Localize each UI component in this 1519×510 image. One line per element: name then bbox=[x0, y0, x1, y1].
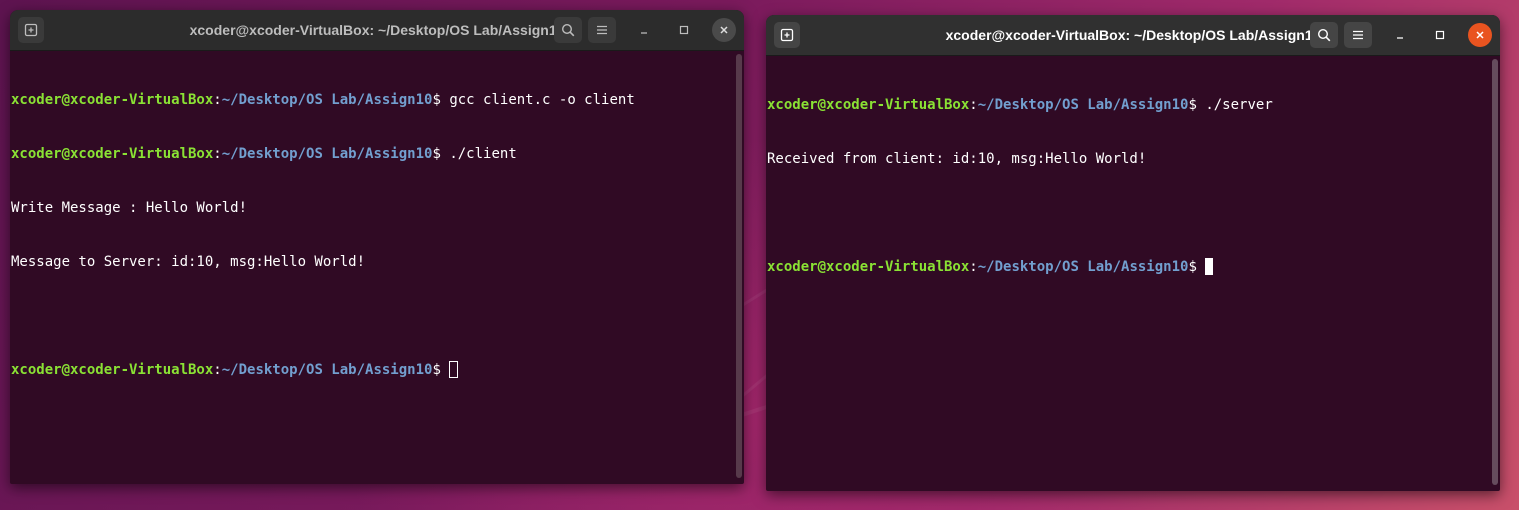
window-title: xcoder@xcoder-VirtualBox: ~/Desktop/OS L… bbox=[189, 22, 565, 38]
prompt-path: ~/Desktop/OS Lab/Assign10 bbox=[977, 259, 1189, 275]
terminal-output[interactable]: xcoder@xcoder-VirtualBox:~/Desktop/OS La… bbox=[10, 51, 744, 415]
output-text: Message to Server: id:10, msg:Hello Worl… bbox=[11, 254, 366, 270]
prompt-user: xcoder@xcoder-VirtualBox bbox=[767, 259, 970, 275]
terminal-window-client[interactable]: xcoder@xcoder-VirtualBox: ~/Desktop/OS L… bbox=[10, 10, 744, 484]
command-text: ./server bbox=[1205, 97, 1273, 113]
text-cursor bbox=[449, 361, 459, 378]
terminal-window-server[interactable]: xcoder@xcoder-VirtualBox: ~/Desktop/OS L… bbox=[766, 15, 1500, 491]
command-text: ./client bbox=[449, 146, 517, 162]
search-icon bbox=[561, 23, 575, 37]
new-tab-button[interactable] bbox=[774, 22, 800, 48]
prompt-symbol: $ bbox=[1188, 259, 1206, 275]
terminal-line: xcoder@xcoder-VirtualBox:~/Desktop/OS La… bbox=[11, 361, 744, 379]
command-text: gcc client.c -o client bbox=[449, 92, 635, 108]
new-tab-icon bbox=[780, 28, 794, 42]
maximize-icon bbox=[679, 25, 689, 35]
menu-button[interactable] bbox=[588, 17, 616, 43]
titlebar[interactable]: xcoder@xcoder-VirtualBox: ~/Desktop/OS L… bbox=[10, 10, 744, 51]
scrollbar[interactable] bbox=[1492, 59, 1498, 485]
prompt-path: ~/Desktop/OS Lab/Assign10 bbox=[221, 92, 433, 108]
terminal-line: Write Message : Hello World! bbox=[11, 199, 744, 217]
terminal-output[interactable]: xcoder@xcoder-VirtualBox:~/Desktop/OS La… bbox=[766, 56, 1500, 312]
prompt-symbol: $ bbox=[1188, 97, 1206, 113]
prompt-path: ~/Desktop/OS Lab/Assign10 bbox=[977, 97, 1189, 113]
terminal-line: xcoder@xcoder-VirtualBox:~/Desktop/OS La… bbox=[767, 97, 1273, 113]
hamburger-menu-icon bbox=[1353, 30, 1363, 40]
maximize-button[interactable] bbox=[1428, 23, 1452, 47]
hamburger-menu-icon bbox=[597, 25, 607, 35]
terminal-line: xcoder@xcoder-VirtualBox:~/Desktop/OS La… bbox=[11, 146, 517, 162]
minimize-icon bbox=[641, 32, 647, 34]
terminal-line: Received from client: id:10, msg:Hello W… bbox=[767, 150, 1500, 168]
text-cursor bbox=[1205, 258, 1214, 275]
maximize-button[interactable] bbox=[672, 18, 696, 42]
search-button[interactable] bbox=[1310, 22, 1338, 48]
new-tab-button[interactable] bbox=[18, 17, 44, 43]
scrollbar[interactable] bbox=[736, 54, 742, 478]
prompt-path: ~/Desktop/OS Lab/Assign10 bbox=[221, 146, 433, 162]
prompt-symbol: $ bbox=[432, 92, 450, 108]
output-text: Received from client: id:10, msg:Hello W… bbox=[767, 151, 1147, 167]
window-title: xcoder@xcoder-VirtualBox: ~/Desktop/OS L… bbox=[945, 27, 1321, 43]
maximize-icon bbox=[1435, 30, 1445, 40]
new-tab-icon bbox=[24, 23, 38, 37]
prompt-user: xcoder@xcoder-VirtualBox bbox=[11, 146, 214, 162]
close-icon bbox=[720, 26, 728, 34]
prompt-path: ~/Desktop/OS Lab/Assign10 bbox=[221, 362, 433, 378]
prompt-symbol: $ bbox=[432, 362, 450, 378]
menu-button[interactable] bbox=[1344, 22, 1372, 48]
titlebar[interactable]: xcoder@xcoder-VirtualBox: ~/Desktop/OS L… bbox=[766, 15, 1500, 56]
search-icon bbox=[1317, 28, 1331, 42]
terminal-line: xcoder@xcoder-VirtualBox:~/Desktop/OS La… bbox=[11, 92, 635, 108]
close-button[interactable] bbox=[712, 18, 736, 42]
prompt-symbol: $ bbox=[432, 146, 450, 162]
close-button[interactable] bbox=[1468, 23, 1492, 47]
terminal-line: Message to Server: id:10, msg:Hello Worl… bbox=[11, 253, 744, 271]
output-text: Write Message : Hello World! bbox=[11, 200, 248, 216]
close-icon bbox=[1476, 31, 1484, 39]
terminal-line: xcoder@xcoder-VirtualBox:~/Desktop/OS La… bbox=[767, 258, 1500, 276]
prompt-user: xcoder@xcoder-VirtualBox bbox=[767, 97, 970, 113]
prompt-user: xcoder@xcoder-VirtualBox bbox=[11, 362, 214, 378]
minimize-button[interactable] bbox=[632, 18, 656, 42]
prompt-user: xcoder@xcoder-VirtualBox bbox=[11, 92, 214, 108]
minimize-button[interactable] bbox=[1388, 23, 1412, 47]
search-button[interactable] bbox=[554, 17, 582, 43]
minimize-icon bbox=[1397, 37, 1403, 39]
